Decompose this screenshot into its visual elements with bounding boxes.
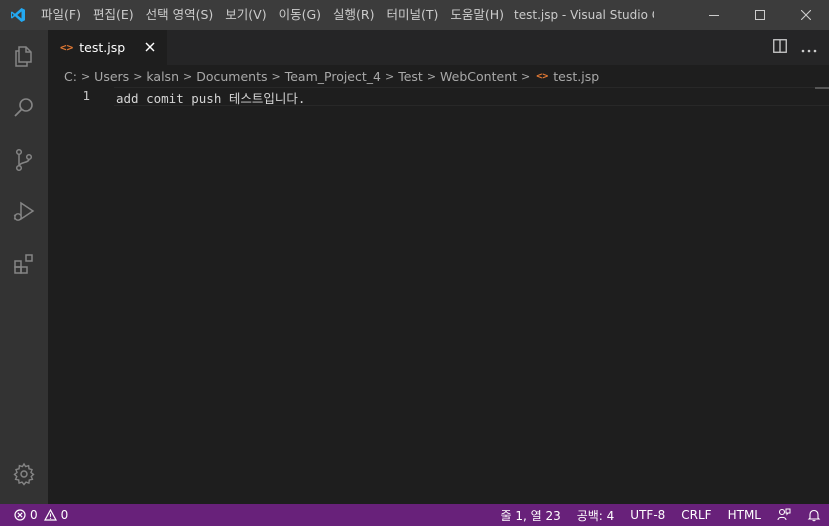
feedback-icon — [777, 508, 791, 521]
bell-icon — [807, 509, 821, 522]
menu-go[interactable]: 이동(G) — [273, 0, 327, 30]
vscode-logo-icon — [0, 0, 35, 30]
breadcrumb-item[interactable]: Documents — [196, 69, 267, 84]
warning-icon — [43, 509, 57, 521]
menu-view[interactable]: 보기(V) — [219, 0, 272, 30]
menu-edit[interactable]: 편집(E) — [87, 0, 140, 30]
manage-button[interactable] — [0, 448, 48, 500]
extensions-icon — [14, 254, 33, 274]
close-icon — [145, 42, 155, 52]
breadcrumb-file[interactable]: test.jsp — [553, 69, 599, 84]
cursor-position[interactable]: 줄 1, 열 23 — [492, 507, 568, 524]
error-icon — [14, 509, 26, 521]
indentation[interactable]: 공백: 4 — [569, 507, 623, 524]
minimize-button[interactable] — [691, 0, 737, 30]
extensions-button[interactable] — [0, 238, 48, 290]
chevron-right-icon: > — [183, 69, 193, 83]
feedback-button[interactable] — [769, 504, 799, 526]
breadcrumb: C: > Users > kalsn > Documents > Team_Pr… — [48, 65, 829, 87]
chevron-right-icon: > — [80, 69, 91, 83]
chevron-right-icon: > — [133, 69, 143, 83]
code-editor[interactable]: 1 add comit push 테스트입니다. — [48, 87, 829, 504]
breadcrumb-item[interactable]: Test — [398, 69, 423, 84]
window-title: test.jsp - Visual Studio C... — [514, 8, 654, 22]
menu-selection[interactable]: 선택 영역(S) — [140, 0, 220, 30]
close-icon — [801, 10, 811, 20]
title-bar: 파일(F) 편집(E) 선택 영역(S) 보기(V) 이동(G) 실행(R) 터… — [0, 0, 829, 30]
search-button[interactable] — [0, 82, 48, 134]
language-mode[interactable]: HTML — [720, 508, 769, 522]
menu-terminal[interactable]: 터미널(T) — [381, 0, 445, 30]
chevron-right-icon: > — [426, 69, 437, 83]
warning-count: 0 — [60, 508, 69, 522]
menu-file[interactable]: 파일(F) — [35, 0, 87, 30]
chevron-right-icon: > — [521, 69, 531, 83]
split-editor-button[interactable] — [773, 38, 787, 57]
status-right: 줄 1, 열 23 공백: 4 UTF-8 CRLF HTML — [492, 504, 829, 526]
tab-label: test.jsp — [79, 40, 126, 55]
error-count: 0 — [30, 508, 38, 522]
notifications-button[interactable] — [799, 504, 829, 526]
chevron-right-icon: > — [271, 69, 281, 83]
editor-actions — [773, 30, 817, 65]
status-bar: 0 0 줄 1, 열 23 공백: 4 UTF-8 CRLF HTML — [0, 504, 829, 526]
activity-bar — [0, 30, 48, 504]
menu-bar: 파일(F) 편집(E) 선택 영역(S) 보기(V) 이동(G) 실행(R) 터… — [35, 0, 510, 30]
overview-ruler-cursor — [815, 87, 829, 89]
tab-close-button[interactable] — [143, 40, 157, 54]
ellipsis-icon — [801, 49, 817, 53]
end-of-line[interactable]: CRLF — [673, 508, 719, 522]
run-debug-icon — [13, 201, 35, 221]
code-file-icon: <> — [536, 70, 549, 82]
breadcrumb-item[interactable]: kalsn — [146, 69, 179, 84]
code-file-icon: <> — [60, 41, 74, 54]
minimize-icon — [709, 15, 719, 16]
tab-test-jsp[interactable]: <> test.jsp — [48, 30, 167, 65]
explorer-button[interactable] — [0, 30, 48, 82]
breadcrumb-item[interactable]: Team_Project_4 — [285, 69, 381, 84]
breadcrumb-item[interactable]: C: — [64, 69, 77, 84]
menu-help[interactable]: 도움말(H) — [444, 0, 510, 30]
breadcrumb-item[interactable]: Users — [94, 69, 129, 84]
encoding[interactable]: UTF-8 — [622, 508, 673, 522]
more-actions-button[interactable] — [801, 38, 817, 57]
breadcrumb-item[interactable]: WebContent — [440, 69, 517, 84]
files-icon — [15, 46, 32, 67]
menu-run[interactable]: 실행(R) — [327, 0, 380, 30]
chevron-right-icon: > — [384, 69, 395, 83]
problems-indicator[interactable]: 0 0 — [0, 508, 68, 522]
gear-icon — [13, 462, 35, 486]
source-control-icon — [15, 148, 33, 172]
search-icon — [14, 98, 33, 117]
line-number: 1 — [82, 88, 90, 103]
window-controls — [691, 0, 829, 30]
code-line[interactable]: add comit push 테스트입니다. — [116, 88, 305, 107]
source-control-button[interactable] — [0, 134, 48, 186]
tab-bar: <> test.jsp — [48, 30, 829, 65]
maximize-button[interactable] — [737, 0, 783, 30]
close-window-button[interactable] — [783, 0, 829, 30]
run-debug-button[interactable] — [0, 186, 48, 238]
split-editor-icon — [773, 39, 787, 53]
maximize-icon — [755, 10, 765, 20]
